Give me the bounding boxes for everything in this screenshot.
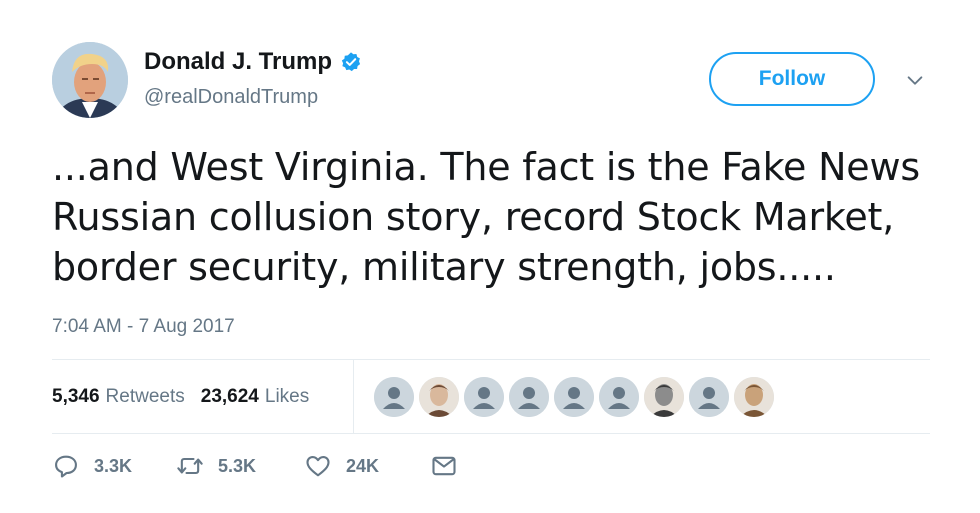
retweet-button[interactable]: 5.3K	[176, 452, 256, 480]
follow-button[interactable]: Follow	[709, 52, 875, 106]
tweet-text-line: border security, military strength, jobs…	[52, 245, 836, 289]
tweet-text-line: ...and West Virginia. The fact is the Fa…	[52, 145, 920, 189]
retweet-icon	[177, 457, 203, 475]
tweet-text-line: Russian collusion story, record Stock Ma…	[52, 195, 895, 239]
liker-avatar[interactable]	[374, 377, 414, 417]
retweet-count: 5.3K	[218, 455, 257, 476]
direct-message-button[interactable]	[430, 452, 458, 480]
liker-avatar[interactable]	[554, 377, 594, 417]
likes-label[interactable]: Likes	[265, 386, 309, 408]
like-button[interactable]: 24K	[304, 452, 379, 480]
retweets-count[interactable]: 5,346	[52, 386, 100, 408]
reply-button[interactable]: 3.3K	[52, 452, 132, 480]
tweet-timestamp[interactable]: 7:04 AM - 7 Aug 2017	[52, 316, 235, 338]
verified-badge-icon	[341, 52, 361, 72]
reply-icon	[55, 455, 77, 478]
envelope-icon	[432, 456, 456, 476]
tweet-actions: 3.3K 5.3K 24K	[52, 452, 472, 492]
heart-icon	[306, 455, 330, 477]
like-count: 24K	[346, 455, 380, 476]
liker-avatar[interactable]	[734, 377, 774, 417]
author-name-row[interactable]: Donald J. Trump	[144, 48, 362, 76]
liker-avatar[interactable]	[689, 377, 729, 417]
tweet-header: Donald J. Trump @realDonaldTrump Follow	[52, 42, 932, 118]
divider	[52, 359, 930, 360]
tweet-stats: 5,346 Retweets 23,624 Likes	[52, 386, 325, 408]
chevron-down-icon[interactable]	[904, 70, 926, 92]
author-avatar[interactable]	[52, 42, 128, 118]
divider	[52, 433, 930, 434]
liker-avatar[interactable]	[419, 377, 459, 417]
tweet-text: ...and West Virginia. The fact is the Fa…	[52, 142, 932, 292]
liker-avatar[interactable]	[464, 377, 504, 417]
liker-avatar[interactable]	[599, 377, 639, 417]
author-handle[interactable]: @realDonaldTrump	[144, 86, 318, 109]
likers-avatars	[374, 377, 779, 417]
liker-avatar[interactable]	[644, 377, 684, 417]
reply-count: 3.3K	[94, 455, 133, 476]
likes-count[interactable]: 23,624	[201, 386, 259, 408]
retweets-label[interactable]: Retweets	[106, 386, 185, 408]
liker-avatar[interactable]	[509, 377, 549, 417]
author-name[interactable]: Donald J. Trump	[144, 48, 332, 76]
stats-divider	[353, 360, 354, 433]
